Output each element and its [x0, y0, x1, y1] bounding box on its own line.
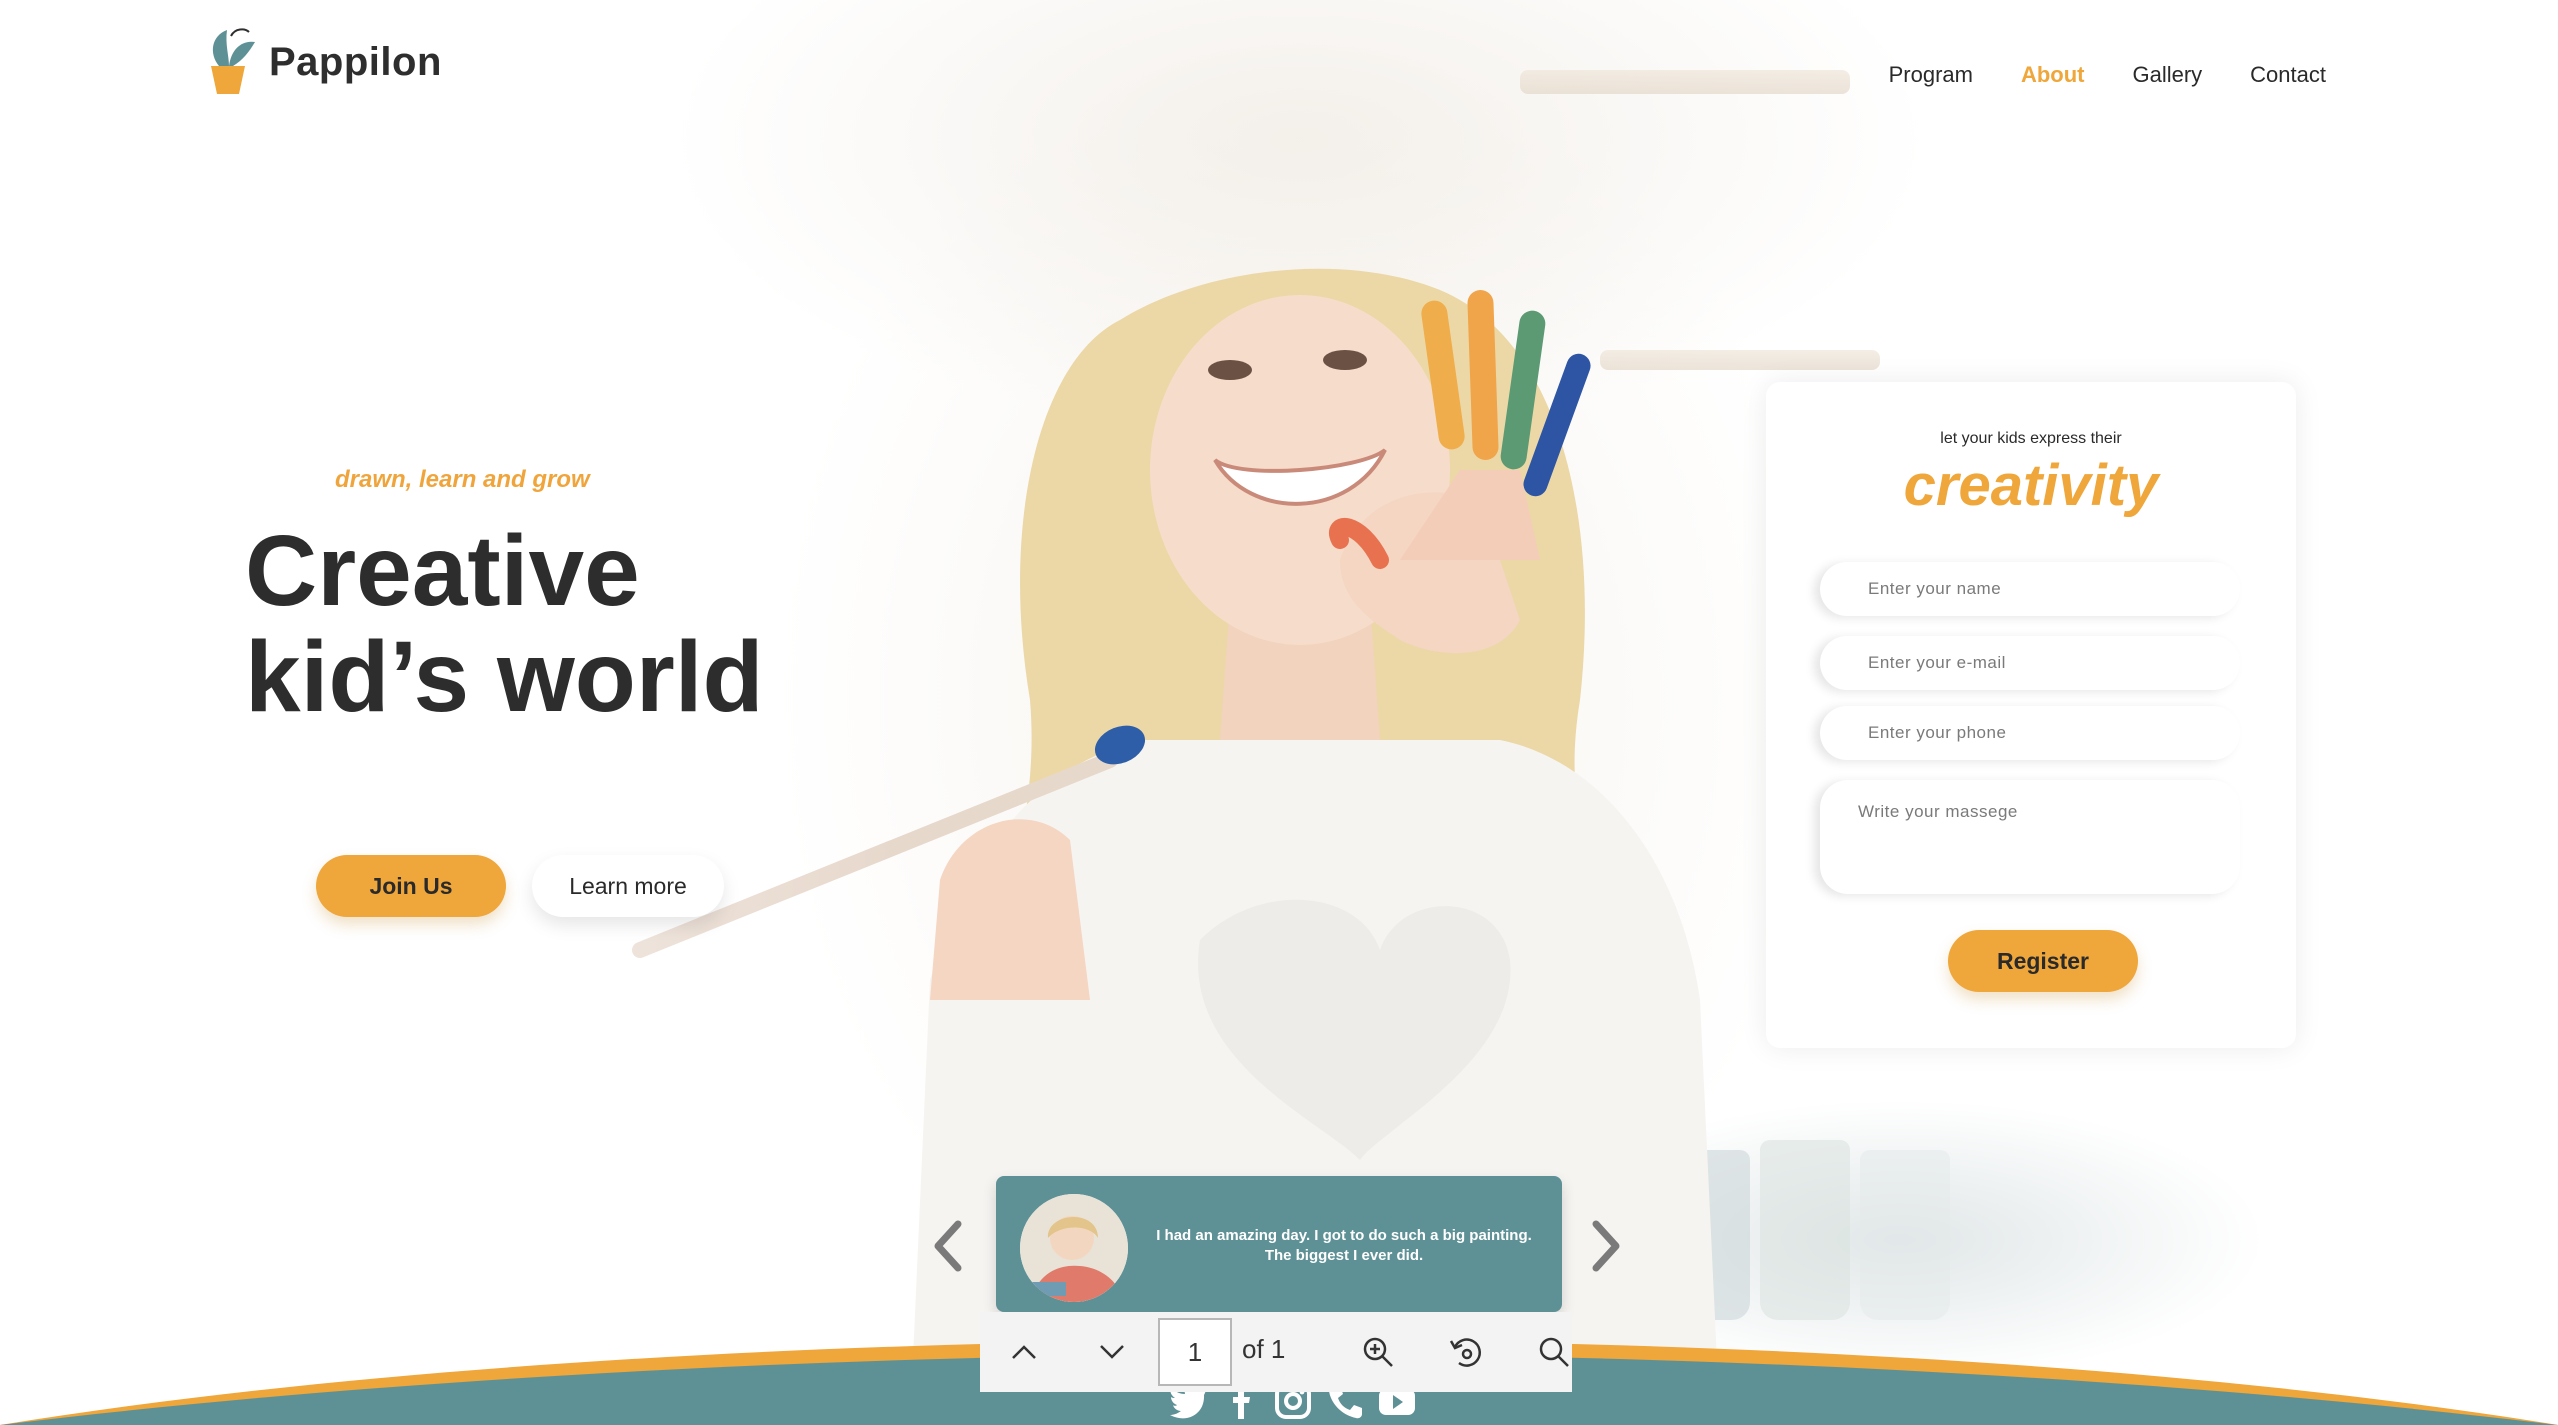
slider-next-button[interactable]: [1584, 1216, 1628, 1276]
brand-name: Pappilon: [269, 39, 442, 84]
search-icon: [1539, 1337, 1569, 1367]
nav-item-contact[interactable]: Contact: [2250, 62, 2326, 88]
join-us-button[interactable]: Join Us: [316, 855, 506, 917]
testimonial-quote: I had an amazing day. I got to do such a…: [1144, 1226, 1544, 1266]
nav-item-program[interactable]: Program: [1889, 62, 1973, 88]
rotate-icon: [1449, 1338, 1481, 1367]
butterfly-cup-icon: [211, 28, 255, 94]
hero-tagline: drawn, learn and grow: [335, 466, 590, 493]
phone-input[interactable]: [1820, 706, 2240, 760]
learn-more-button[interactable]: Learn more: [532, 855, 724, 917]
page-number-input[interactable]: 1: [1158, 1318, 1232, 1386]
rotate-button[interactable]: [1438, 1324, 1494, 1380]
pdf-toolbar: 1 of 1: [980, 1312, 1572, 1392]
hero-title-line-1: Creative: [245, 515, 640, 627]
previous-page-button[interactable]: [996, 1324, 1052, 1380]
child-avatar-image: [1020, 1194, 1128, 1302]
chevron-left-icon: [934, 1220, 962, 1272]
next-page-button[interactable]: [1084, 1324, 1140, 1380]
page-count-label: of 1: [1242, 1334, 1286, 1364]
main-nav: Program About Gallery Contact: [1889, 62, 2326, 88]
hero-title-line-2: kid’s world: [245, 621, 764, 733]
testimonial-quote-line-1: I had an amazing day. I got to do such a…: [1156, 1227, 1532, 1244]
testimonial-avatar: [1020, 1194, 1128, 1302]
testimonial-quote-line-2: The biggest I ever did.: [1264, 1247, 1424, 1264]
zoom-in-button[interactable]: [1350, 1324, 1406, 1380]
nav-item-gallery[interactable]: Gallery: [2132, 62, 2202, 88]
name-input[interactable]: [1820, 562, 2240, 616]
chevron-up-icon: [1012, 1345, 1036, 1359]
testimonial-card: I had an amazing day. I got to do such a…: [996, 1176, 1562, 1312]
chevron-down-icon: [1100, 1345, 1124, 1359]
nav-item-about[interactable]: About: [2021, 62, 2085, 88]
form-headline: creativity: [1903, 453, 2159, 518]
form-subtitle: let your kids express their: [1940, 430, 2122, 447]
email-input[interactable]: [1820, 636, 2240, 690]
slider-prev-button[interactable]: [926, 1216, 970, 1276]
zoom-in-icon: [1363, 1337, 1393, 1367]
chevron-right-icon: [1592, 1220, 1620, 1272]
registration-form-card: let your kids express their creativity R…: [1766, 382, 2296, 1048]
message-textarea[interactable]: [1820, 780, 2240, 894]
brand-logo[interactable]: Pappilon: [205, 26, 442, 98]
search-button[interactable]: [1526, 1324, 1582, 1380]
register-button[interactable]: Register: [1948, 930, 2138, 992]
hero-title: Creative kid’s world: [245, 518, 764, 730]
